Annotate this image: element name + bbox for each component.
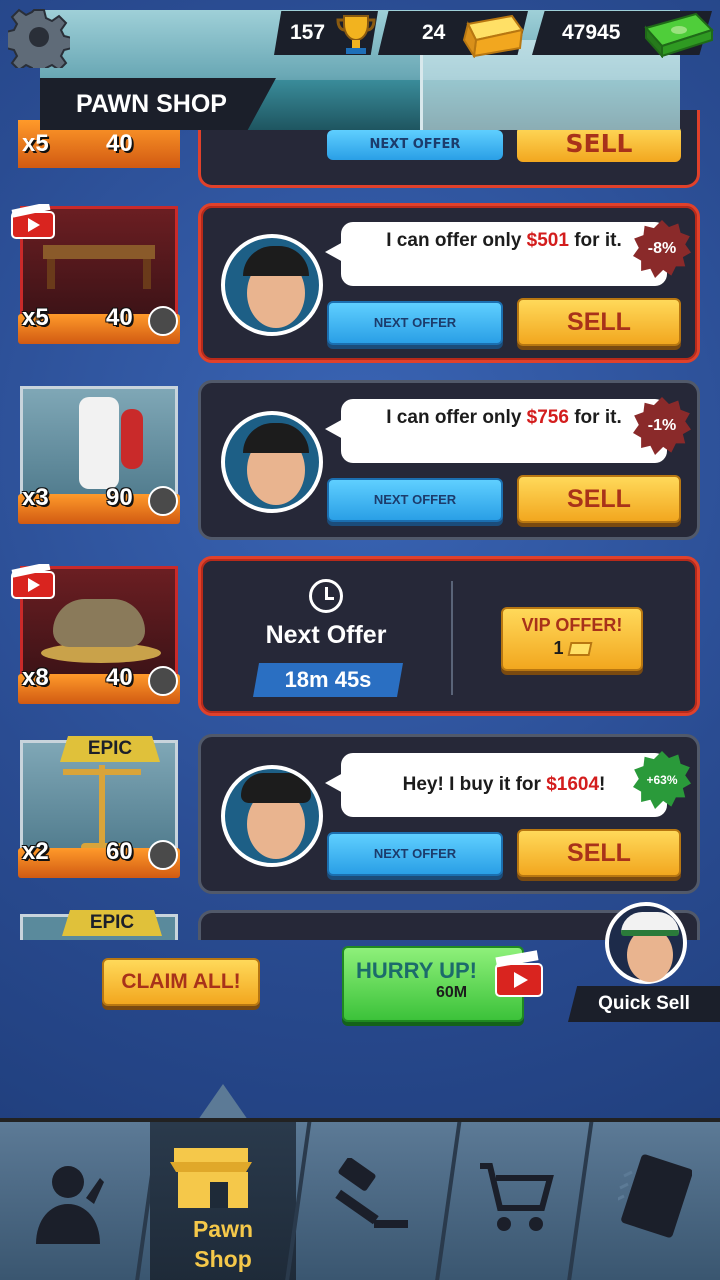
trophy-icon — [336, 15, 376, 54]
next-offer-title: Next Offer — [265, 621, 387, 649]
gavel-price-icon — [148, 840, 178, 870]
epic-rarity-badge: EPIC — [60, 736, 160, 762]
item-quantity: x2 — [22, 838, 49, 865]
cart-icon — [480, 1163, 554, 1231]
offer-speech-bubble: Hey! I buy it for $1604! — [325, 753, 667, 817]
customer-avatar — [221, 411, 323, 513]
item-quantity: x8 — [22, 664, 49, 691]
top-bar: PAWN SHOP 157 24 47945 — [0, 0, 720, 135]
video-ad-icon[interactable] — [10, 564, 56, 600]
item-price: 60 — [106, 838, 133, 865]
next-offer-button[interactable]: NEXT OFFER — [327, 478, 503, 522]
gold-count: 24 — [422, 21, 446, 44]
gavel-price-icon — [148, 486, 178, 516]
clock-icon — [309, 579, 343, 613]
offer-card: I can offer only $756 for it. -1% NEXT O… — [198, 380, 700, 540]
video-ad-icon[interactable] — [10, 204, 56, 240]
desk-image — [43, 245, 155, 259]
nav-tab-customers[interactable] — [0, 1122, 148, 1280]
vip-offer-label: VIP OFFER! — [521, 615, 623, 635]
sell-button[interactable]: SELL — [517, 298, 681, 346]
bottom-nav: Pawn Shop — [0, 1118, 720, 1280]
item-slot-badger[interactable]: x8 40 — [11, 564, 180, 704]
item-price: 40 — [106, 664, 133, 691]
gavel-price-icon — [148, 666, 178, 696]
item-quantity: x5 — [22, 304, 49, 331]
claim-all-button[interactable]: CLAIM ALL! — [102, 958, 260, 1006]
nav-tab-journal[interactable] — [582, 1122, 720, 1280]
epic-rarity-badge: EPIC — [62, 910, 162, 936]
gavel-price-icon — [148, 306, 178, 336]
video-ad-icon — [495, 950, 543, 997]
gold-bar-icon — [462, 14, 524, 58]
offer-speech-bubble: I can offer only $756 for it. — [325, 399, 667, 463]
item-price: 90 — [106, 484, 133, 511]
settings-gear-icon[interactable] — [8, 6, 70, 68]
shop-icon — [170, 1148, 252, 1208]
sell-button[interactable]: SELL — [517, 829, 681, 877]
person-icon — [36, 1166, 104, 1244]
cash-count: 47945 — [562, 21, 621, 44]
next-offer-button[interactable]: NEXT OFFER — [327, 301, 503, 345]
nav-tab-auction[interactable] — [300, 1122, 446, 1280]
item-slot-desk[interactable]: x5 40 — [11, 204, 180, 344]
next-offer-timer-panel: Next Offer 18m 45s — [201, 559, 451, 719]
customer-avatar — [221, 234, 323, 336]
trophy-count: 157 — [290, 21, 326, 44]
item-slot-robot[interactable]: x3 90 — [18, 386, 180, 524]
vip-offer-button[interactable]: VIP OFFER! 1 — [501, 607, 643, 671]
offer-card: I can offer only $501 for it. -8% NEXT O… — [198, 203, 700, 363]
badger-image — [53, 599, 145, 647]
robot-figure-image — [79, 397, 119, 489]
vip-offer-cost: 1 — [503, 638, 641, 659]
next-offer-card: Next Offer 18m 45s VIP OFFER! 1 — [198, 556, 700, 716]
customer-avatar — [221, 765, 323, 867]
notebook-icon — [618, 1154, 692, 1238]
nav-tab-store[interactable] — [450, 1122, 580, 1280]
quick-sell-label[interactable]: Quick Sell — [568, 986, 720, 1022]
next-offer-countdown: 18m 45s — [253, 663, 403, 697]
gavel-icon — [335, 1158, 408, 1228]
gold-bar-icon — [567, 642, 593, 657]
item-slot-candelabra[interactable]: EPIC x2 60 — [18, 736, 180, 878]
next-offer-button[interactable]: NEXT OFFER — [327, 832, 503, 876]
page-title: PAWN SHOP — [40, 78, 276, 130]
nav-tab-pawn-shop[interactable]: Pawn Shop — [150, 1122, 296, 1280]
candelabra-image — [99, 765, 105, 851]
item-price: 40 — [106, 304, 133, 331]
cash-stack-icon — [644, 12, 714, 58]
divider — [451, 581, 453, 695]
offer-speech-bubble: I can offer only $501 for it. — [325, 222, 667, 286]
offer-card: Hey! I buy it for $1604! +63% NEXT OFFER… — [198, 734, 700, 894]
sell-button[interactable]: SELL — [517, 475, 681, 523]
nav-tab-label: Pawn Shop — [192, 1216, 254, 1272]
item-quantity: x3 — [22, 484, 49, 511]
quick-sell-avatar[interactable] — [605, 902, 687, 984]
